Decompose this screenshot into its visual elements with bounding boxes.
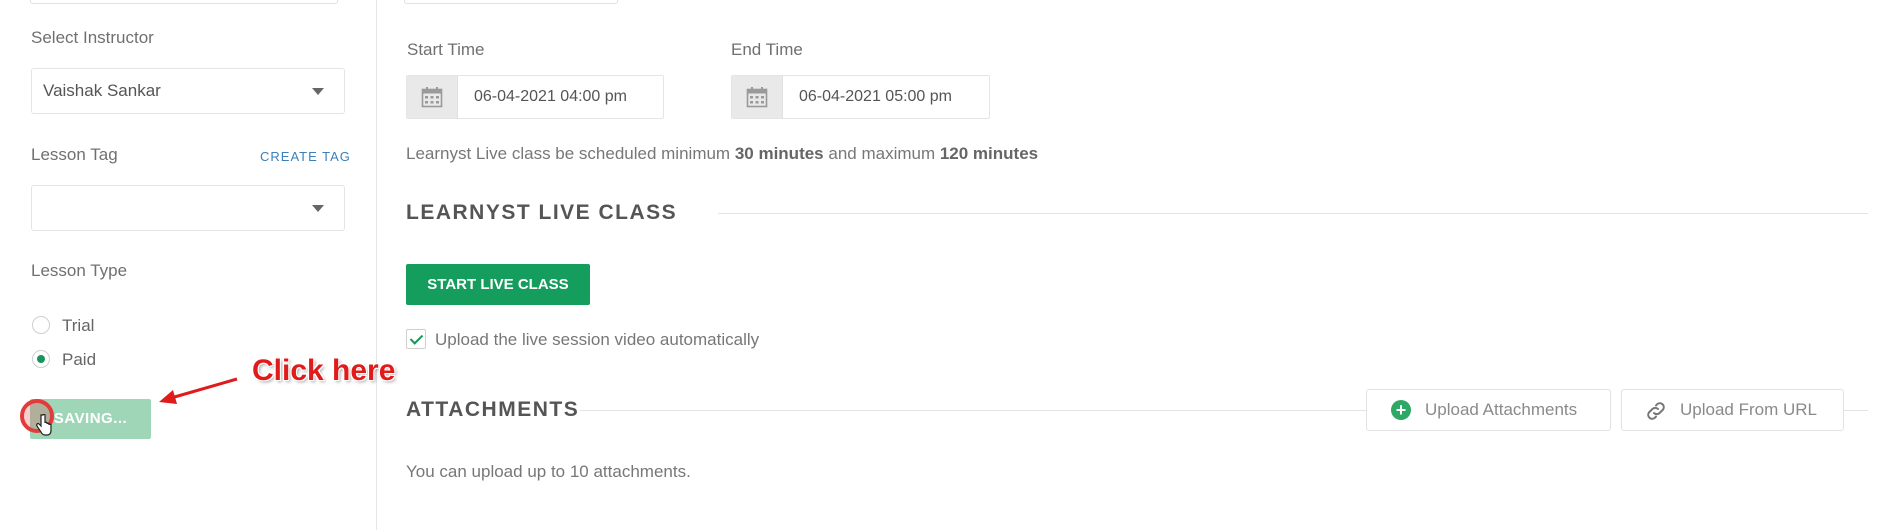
trial-radio-label: Trial — [62, 316, 95, 335]
hint-max: 120 minutes — [939, 144, 1039, 163]
chevron-down-icon — [312, 88, 324, 95]
paid-radio-label: Paid — [62, 350, 97, 369]
lesson-tag-label: Lesson Tag — [31, 145, 118, 164]
upload-from-url-button[interactable]: Upload From URL — [1621, 389, 1844, 431]
create-tag-link[interactable]: CREATE TAG — [260, 149, 351, 164]
start-live-class-button[interactable]: START LIVE CLASS — [406, 264, 590, 305]
link-icon — [1647, 402, 1665, 420]
auto-upload-option[interactable]: Upload the live session video automatica… — [406, 329, 826, 351]
radio-selected-dot — [37, 355, 45, 363]
section-divider — [1842, 410, 1868, 411]
hint-middle: and maximum — [823, 144, 940, 163]
lesson-type-label: Lesson Type — [31, 261, 128, 280]
attachments-limit-note: You can upload up to 10 attachments. — [406, 462, 691, 481]
end-time-picker[interactable]: 06-04-2021 05:00 pm — [731, 75, 990, 119]
instructor-select-value: Vaishak Sankar — [43, 81, 161, 100]
start-time-value[interactable]: 06-04-2021 04:00 pm — [474, 76, 627, 118]
live-class-section-title: LEARNYST LIVE CLASS — [406, 201, 678, 224]
start-time-picker[interactable]: 06-04-2021 04:00 pm — [406, 75, 664, 119]
start-time-addon[interactable] — [407, 76, 458, 118]
lesson-tag-select[interactable] — [31, 185, 345, 231]
auto-upload-checkbox[interactable] — [406, 329, 426, 349]
paid-radio[interactable] — [32, 350, 50, 368]
section-divider — [580, 410, 1366, 411]
hint-prefix: Learnyst Live class be scheduled minimum — [406, 144, 735, 163]
plus-circle-icon: + — [1391, 400, 1411, 420]
chevron-down-icon — [312, 205, 324, 212]
duration-hint: Learnyst Live class be scheduled minimum… — [406, 144, 1038, 164]
check-icon — [409, 331, 424, 345]
end-time-addon[interactable] — [732, 76, 783, 118]
upload-attachments-button[interactable]: + Upload Attachments — [1366, 389, 1611, 431]
previous-field-input[interactable] — [30, 0, 338, 4]
calendar-icon — [421, 87, 443, 108]
lesson-type-paid-option[interactable]: Paid — [32, 350, 192, 372]
attachments-section-title: ATTACHMENTS — [406, 398, 580, 421]
auto-upload-label: Upload the live session video automatica… — [435, 330, 760, 349]
instructor-select[interactable]: Vaishak Sankar — [31, 68, 345, 114]
hand-pointer-icon — [36, 414, 52, 436]
lesson-settings-sidebar: Select Instructor Vaishak Sankar Lesson … — [0, 0, 377, 530]
end-time-label: End Time — [731, 40, 803, 59]
select-instructor-label: Select Instructor — [31, 28, 154, 47]
section-divider — [718, 213, 1868, 214]
upload-attachments-label: Upload Attachments — [1425, 400, 1578, 419]
annotation-arrow-icon — [159, 377, 238, 404]
upload-from-url-label: Upload From URL — [1680, 400, 1817, 419]
calendar-icon — [746, 87, 768, 108]
lesson-type-trial-option[interactable]: Trial — [32, 316, 192, 338]
click-here-annotation: Click here — [252, 354, 396, 387]
previous-main-input[interactable] — [404, 0, 618, 4]
start-time-label: Start Time — [407, 40, 485, 59]
end-time-value[interactable]: 06-04-2021 05:00 pm — [799, 76, 952, 118]
trial-radio[interactable] — [32, 316, 50, 334]
hint-min: 30 minutes — [734, 144, 824, 163]
